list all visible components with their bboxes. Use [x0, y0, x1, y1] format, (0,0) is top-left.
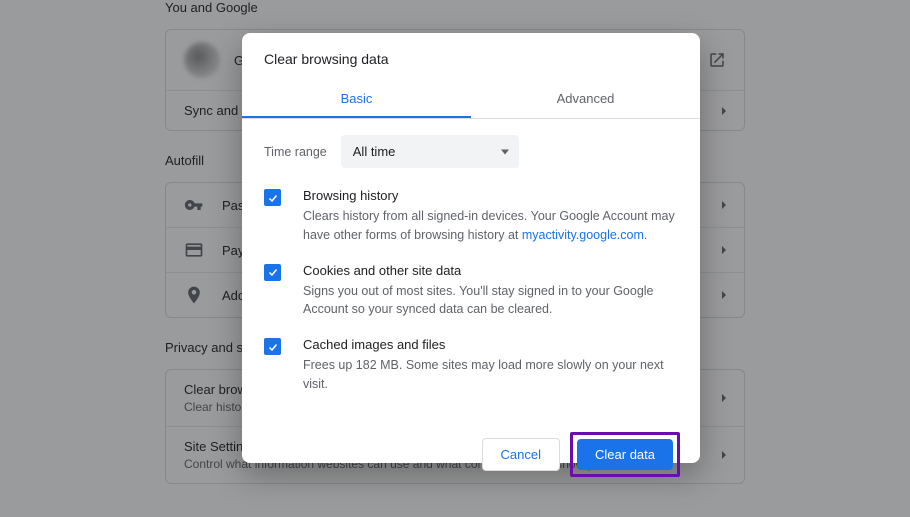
time-range-select[interactable]: All time	[341, 135, 519, 168]
cancel-button[interactable]: Cancel	[482, 438, 560, 471]
browsing-history-content: Browsing history Clears history from all…	[303, 188, 678, 245]
clear-data-button[interactable]: Clear data	[577, 439, 673, 470]
browsing-history-desc-post: .	[644, 228, 647, 242]
cache-title: Cached images and files	[303, 337, 678, 352]
browsing-history-desc: Clears history from all signed-in device…	[303, 207, 678, 245]
time-range-row: Time range All time	[264, 135, 678, 168]
cookies-checkbox[interactable]	[264, 264, 281, 281]
time-range-select-wrap: All time	[341, 135, 519, 168]
cookies-title: Cookies and other site data	[303, 263, 678, 278]
cache-content: Cached images and files Frees up 182 MB.…	[303, 337, 678, 394]
clear-browsing-data-dialog: Clear browsing data Basic Advanced Time …	[242, 33, 700, 463]
cache-desc: Frees up 182 MB. Some sites may load mor…	[303, 356, 678, 394]
cookies-desc: Signs you out of most sites. You'll stay…	[303, 282, 678, 320]
dialog-title: Clear browsing data	[242, 33, 700, 81]
time-range-label: Time range	[264, 145, 327, 159]
browsing-history-checkbox[interactable]	[264, 189, 281, 206]
browsing-history-title: Browsing history	[303, 188, 678, 203]
browsing-history-row: Browsing history Clears history from all…	[264, 188, 678, 245]
tabs: Basic Advanced	[242, 81, 700, 119]
cookies-row: Cookies and other site data Signs you ou…	[264, 263, 678, 320]
highlight-annotation: Clear data	[570, 432, 680, 477]
tab-advanced[interactable]: Advanced	[471, 81, 700, 118]
dialog-body: Time range All time Browsing history Cle…	[242, 119, 700, 420]
dialog-actions: Cancel Clear data	[242, 420, 700, 495]
myactivity-link[interactable]: myactivity.google.com	[522, 228, 644, 242]
cache-checkbox[interactable]	[264, 338, 281, 355]
cookies-content: Cookies and other site data Signs you ou…	[303, 263, 678, 320]
cache-row: Cached images and files Frees up 182 MB.…	[264, 337, 678, 394]
tab-basic[interactable]: Basic	[242, 81, 471, 118]
